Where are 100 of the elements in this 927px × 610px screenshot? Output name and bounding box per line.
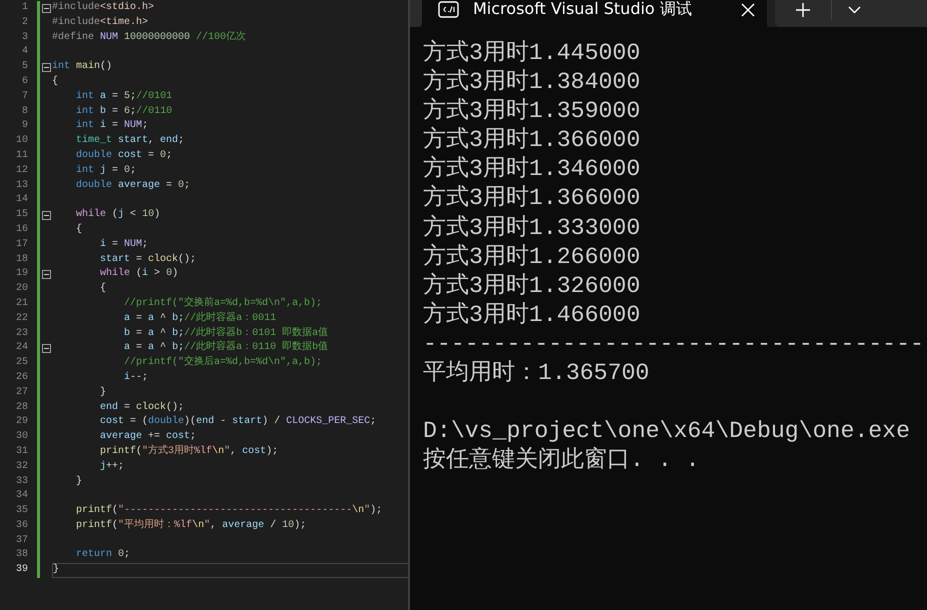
line-number: 8 (20, 104, 28, 119)
code-line: cost = (double)(end - start) / CLOCKS_PER_SEC; (99, 415, 378, 430)
console-output-line: 方式3用时1.445000 (423, 39, 642, 68)
line-number: 39 (14, 563, 28, 578)
console-output-line: ------------------------------------ (423, 330, 925, 359)
code-line: a = a ^ b;//此时容器a：0110 即数据b值 (123, 341, 330, 356)
code-line: a = a ^ b;//此时容器a：0011 (123, 312, 278, 326)
code-line: while (i > 0) (99, 267, 180, 282)
line-number: 37 (14, 534, 28, 548)
code-line: end = clock(); (99, 400, 186, 415)
collapse-icon[interactable] (42, 270, 50, 280)
line-number: 12 (14, 164, 28, 178)
code-line: average += cost; (99, 430, 198, 444)
code-line: //printf("交换前a=%d,b=%d\n",a,b); (123, 296, 324, 311)
code-line: double cost = 0; (75, 148, 174, 163)
line-number: 18 (14, 252, 28, 267)
code-line: } (75, 474, 84, 488)
line-number: 23 (14, 326, 28, 341)
close-icon (741, 2, 755, 16)
line-number: 31 (14, 444, 28, 459)
line-number: 25 (14, 356, 28, 370)
code-line: int b = 6;//0110 (75, 104, 174, 119)
line-number: 17 (14, 238, 28, 252)
code-line: { (75, 222, 84, 237)
terminal-tab[interactable]: Microsoft Visual Studio 调试 (422, 0, 767, 27)
collapse-icon[interactable] (42, 344, 50, 354)
collapse-icon[interactable] (42, 4, 50, 13)
code-line: start = clock(); (99, 252, 198, 267)
console-output-line: D:\vs_project\one\x64\Debug\one.exe (423, 417, 912, 446)
line-number: 7 (20, 90, 28, 104)
code-line: b = a ^ b;//此时容器b：0101 即数据a值 (123, 326, 330, 340)
line-number: 24 (14, 341, 28, 356)
line-number: 29 (14, 415, 28, 430)
line-number: 27 (14, 386, 28, 400)
line-number: 2 (20, 16, 28, 30)
code-line: { (52, 74, 60, 89)
code-line: #include<stdio.h> (52, 1, 156, 15)
line-number: 26 (14, 370, 28, 385)
console-output-line: 方式3用时1.359000 (423, 97, 642, 126)
code-line: } (99, 386, 108, 400)
line-number: 6 (20, 74, 28, 89)
code-line: { (99, 282, 108, 296)
chevron-down-icon (848, 6, 860, 14)
line-number: 20 (14, 282, 28, 296)
line-number: 9 (20, 119, 28, 134)
code-line: j++; (99, 460, 126, 474)
line-number: 11 (14, 148, 28, 163)
line-number: 38 (14, 548, 28, 562)
plus-icon (796, 2, 810, 16)
collapse-icon[interactable] (42, 63, 50, 72)
console-output-line: 方式3用时1.266000 (423, 242, 642, 272)
code-line: while (j < 10) (75, 208, 162, 222)
line-number: 14 (14, 193, 28, 208)
code-line: #include<time.h> (52, 16, 150, 30)
line-number: 35 (14, 504, 28, 518)
line-number: 22 (14, 312, 28, 326)
code-line: #define NUM 10000000000 //100亿次 (52, 30, 248, 45)
line-number: 32 (14, 460, 28, 474)
code-line: int i = NUM; (75, 119, 150, 134)
code-line: int main() (52, 60, 114, 74)
code-line: i--; (123, 370, 150, 385)
code-line: i = NUM; (99, 238, 150, 252)
line-number: 28 (14, 400, 28, 415)
code-line: return 0; (75, 548, 132, 562)
console-output-line: 方式3用时1.333000 (423, 214, 642, 243)
code-line: int j = 0; (75, 164, 138, 178)
line-number: 13 (14, 178, 28, 193)
code-line: printf("方式3用时%lf\n", cost); (99, 444, 280, 459)
code-line: double average = 0; (75, 178, 192, 193)
console-output-line: 平均用时：1.365700 (423, 359, 650, 388)
close-button[interactable] (741, 2, 755, 16)
code-line: } (52, 563, 408, 578)
line-number: 1 (20, 1, 28, 15)
line-number: 36 (14, 518, 28, 533)
console-output-line: 方式3用时1.326000 (423, 272, 642, 301)
line-number: 21 (14, 296, 28, 311)
line-number: 3 (20, 30, 28, 45)
console-output-line: 方式3用时1.346000 (423, 155, 642, 184)
code-line: printf("平均用时：%lf\n", average / 10); (75, 518, 308, 533)
tab-title: Microsoft Visual Studio 调试 (473, 0, 693, 20)
line-number: 10 (14, 134, 28, 148)
console-output-line: 按任意键关闭此窗口. . . (423, 446, 701, 476)
line-number: 16 (14, 222, 28, 237)
line-number: 4 (20, 45, 28, 60)
line-number: 33 (14, 474, 28, 488)
code-line: //printf("交换后a=%d,b=%d\n",a,b); (123, 356, 324, 370)
console-output-line: 方式3用时1.366000 (423, 184, 642, 214)
code-line: int a = 5;//0101 (75, 90, 174, 104)
line-number: 19 (14, 267, 28, 282)
code-line: printf("--------------------------------------\n"); (75, 504, 384, 518)
console-output-line: 方式3用时1.466000 (423, 300, 642, 330)
line-number: 15 (14, 208, 28, 222)
terminal-icon (438, 1, 459, 18)
line-number: 5 (20, 60, 28, 74)
collapse-icon[interactable] (42, 211, 50, 220)
code-line: time_t start, end; (75, 134, 186, 148)
console-output-line: 方式3用时1.384000 (423, 68, 642, 98)
line-number: 34 (14, 489, 28, 504)
line-number: 30 (14, 430, 28, 444)
console-output-line: 方式3用时1.366000 (423, 126, 642, 156)
